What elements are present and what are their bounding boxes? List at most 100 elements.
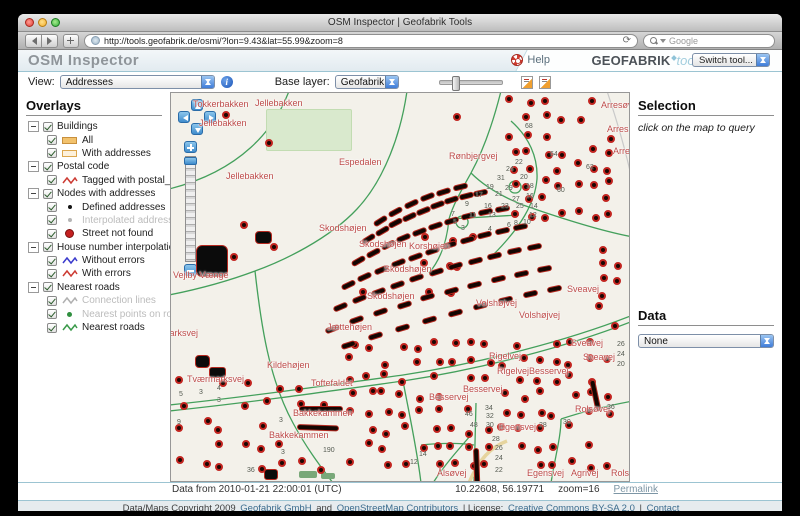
address-node-dot bbox=[605, 177, 613, 185]
help-link[interactable]: Help bbox=[511, 54, 550, 66]
layer-label: Defined addresses bbox=[82, 202, 165, 213]
help-lifering-icon bbox=[511, 54, 523, 66]
geofabrik-link[interactable]: Geofabrik GmbH bbox=[240, 503, 311, 511]
layer-checkbox[interactable] bbox=[47, 175, 57, 185]
address-node-dot bbox=[518, 442, 526, 450]
osm-contributors-link[interactable]: OpenStreetMap Contributors bbox=[337, 503, 458, 511]
house-number-label: 26 bbox=[495, 445, 503, 452]
license-link[interactable]: Creative Commons BY-SA 2.0 bbox=[508, 503, 635, 511]
house-number-label: 62 bbox=[586, 164, 594, 171]
house-number-label: 30 bbox=[563, 419, 571, 426]
group-checkbox[interactable] bbox=[43, 189, 53, 199]
layer-checkbox[interactable] bbox=[47, 256, 57, 266]
opacity-slider[interactable] bbox=[439, 80, 503, 85]
browser-toolbar: http://tools.geofabrik.de/osmi/?lon=9.43… bbox=[18, 32, 782, 50]
address-node-dot bbox=[541, 97, 549, 105]
zoom-slider-handle[interactable] bbox=[184, 157, 197, 165]
address-node-dot bbox=[369, 426, 377, 434]
street-name-label: Tværmarksvej bbox=[187, 374, 244, 384]
street-name-label: Kildehøjen bbox=[267, 360, 310, 370]
minimize-window-icon[interactable] bbox=[38, 18, 47, 27]
group-checkbox[interactable] bbox=[43, 122, 53, 132]
close-window-icon[interactable] bbox=[25, 18, 34, 27]
refresh-icon[interactable]: ⟳ bbox=[623, 36, 631, 46]
opacity-slider-handle[interactable] bbox=[452, 76, 460, 91]
house-number-label: 17 bbox=[475, 192, 483, 199]
street-name-label: Egensvej bbox=[527, 468, 564, 478]
layer-checkbox[interactable] bbox=[47, 309, 57, 319]
base-layer-select[interactable]: Geofabrik bbox=[335, 75, 399, 89]
layer-checkbox[interactable] bbox=[47, 202, 57, 212]
zigzag-green-icon bbox=[61, 323, 78, 332]
group-label: Postal code bbox=[57, 161, 109, 172]
address-node-dot bbox=[176, 456, 184, 464]
group-label: Buildings bbox=[57, 121, 98, 132]
page-title: OSM Inspector bbox=[28, 52, 139, 69]
layer-checkbox[interactable] bbox=[47, 148, 57, 158]
switch-tool-select[interactable]: Switch tool... bbox=[692, 53, 770, 67]
overlays-tree: BuildingsAllWith addressesPostal codeTag… bbox=[18, 120, 170, 334]
address-node-dot bbox=[536, 356, 544, 364]
house-number-label: 9 bbox=[177, 419, 181, 426]
group-checkbox[interactable] bbox=[43, 162, 53, 172]
edit-josm-icon[interactable] bbox=[521, 76, 533, 89]
url-field[interactable]: http://tools.geofabrik.de/osmi/?lon=9.43… bbox=[84, 34, 638, 48]
overlay-item-nearest-roads: Nearest roads bbox=[18, 321, 170, 334]
edit-potlatch-icon[interactable] bbox=[539, 76, 551, 89]
layer-checkbox[interactable] bbox=[47, 135, 57, 145]
group-checkbox[interactable] bbox=[43, 242, 53, 252]
interpolation-line-bar bbox=[473, 448, 480, 482]
layer-checkbox[interactable] bbox=[47, 229, 57, 239]
address-node-dot bbox=[384, 461, 392, 469]
collapse-icon[interactable] bbox=[28, 282, 39, 293]
house-number-label: 3 bbox=[461, 225, 465, 232]
map-canvas[interactable]: TokkerbakkenJellebakkenJellebakkenJelleb… bbox=[170, 92, 630, 482]
contact-link[interactable]: Contact bbox=[647, 503, 680, 511]
building-footprint bbox=[255, 231, 272, 244]
address-node-dot bbox=[574, 159, 582, 167]
zoom-level: zoom=16 bbox=[558, 484, 599, 495]
layer-checkbox[interactable] bbox=[47, 269, 57, 279]
zoom-in-button[interactable] bbox=[184, 141, 197, 153]
add-bookmark-button[interactable] bbox=[63, 34, 79, 48]
address-node-dot bbox=[614, 262, 622, 270]
data-select[interactable]: None bbox=[638, 334, 774, 348]
pan-left-button[interactable] bbox=[178, 111, 190, 123]
zoom-window-icon[interactable] bbox=[51, 18, 60, 27]
street-name-label: Besservej bbox=[429, 392, 469, 402]
view-controls: View: Addresses i Base layer: Geofabrik bbox=[18, 72, 782, 92]
address-node-dot bbox=[369, 387, 377, 395]
house-number-label: 64 bbox=[550, 151, 558, 158]
collapse-icon[interactable] bbox=[28, 161, 39, 172]
collapse-icon[interactable] bbox=[28, 242, 39, 253]
group-checkbox[interactable] bbox=[43, 282, 53, 292]
zoom-slider-track[interactable] bbox=[185, 156, 196, 262]
layer-checkbox[interactable] bbox=[47, 296, 57, 306]
info-icon[interactable]: i bbox=[221, 76, 233, 88]
window-title: OSM Inspector | Geofabrik Tools bbox=[18, 14, 782, 31]
overlay-group-nodes-with-addresses: Nodes with addresses bbox=[18, 187, 170, 200]
house-number-label: 4 bbox=[488, 226, 492, 233]
address-node-dot bbox=[485, 443, 493, 451]
forward-button[interactable] bbox=[42, 34, 58, 48]
house-number-label: 23 bbox=[501, 203, 509, 210]
address-node-dot bbox=[414, 345, 422, 353]
back-button[interactable] bbox=[25, 34, 42, 48]
search-field[interactable]: Google bbox=[643, 34, 775, 48]
address-node-dot bbox=[346, 458, 354, 466]
overlay-group-house-number-interpolation-lines: House number interpolation lines bbox=[18, 241, 170, 254]
street-name-label: Jættehøjen bbox=[327, 322, 372, 332]
footer: Data/Maps Copyright 2009 Geofabrik GmbH … bbox=[18, 500, 782, 511]
layer-checkbox[interactable] bbox=[47, 215, 57, 225]
cursor-coordinates: 10.22608, 56.19771 bbox=[455, 484, 544, 495]
address-node-dot bbox=[511, 210, 519, 218]
view-select[interactable]: Addresses bbox=[60, 75, 215, 89]
address-node-dot bbox=[541, 214, 549, 222]
forward-icon bbox=[47, 37, 56, 45]
permalink-link[interactable]: Permalink bbox=[614, 484, 658, 495]
house-number-label: 11 bbox=[469, 212, 476, 219]
layer-checkbox[interactable] bbox=[47, 323, 57, 333]
collapse-icon[interactable] bbox=[28, 121, 39, 132]
collapse-icon[interactable] bbox=[28, 188, 39, 199]
street-name-label: Arresøvej bbox=[607, 124, 630, 134]
